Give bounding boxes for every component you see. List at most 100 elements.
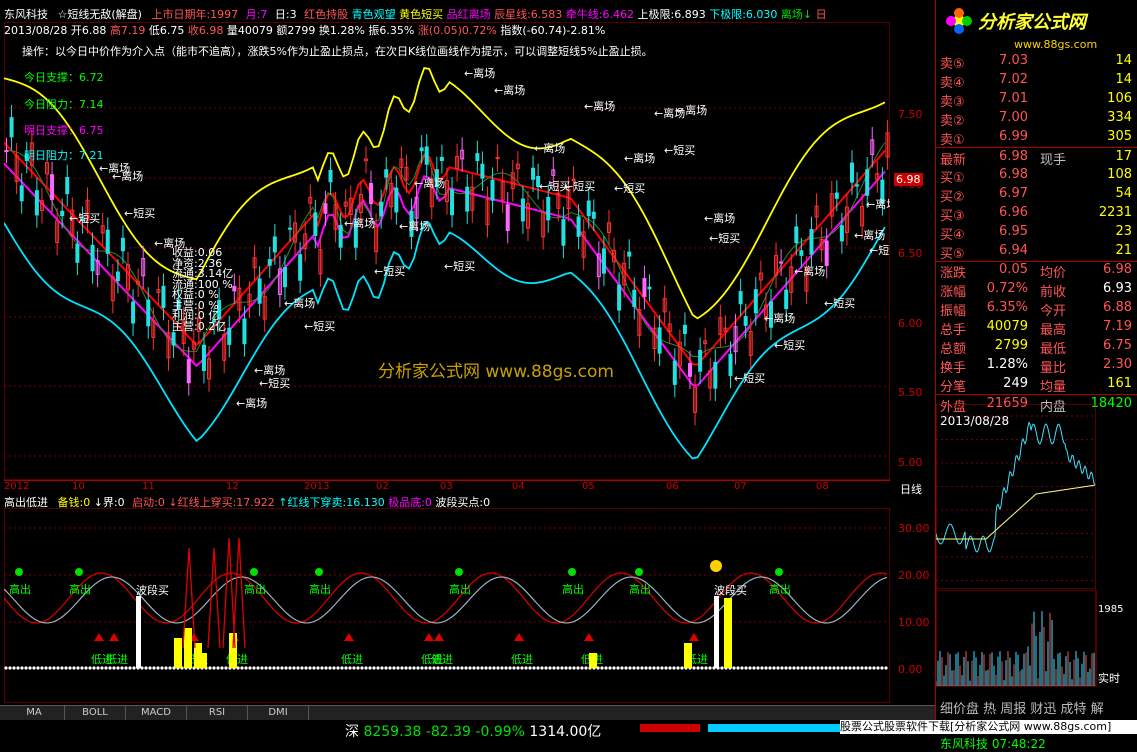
baseline-dot [812, 666, 816, 670]
baseline-dot [816, 666, 820, 670]
baseline-dot [64, 666, 68, 670]
candle-body [855, 184, 860, 187]
baseline-dot [336, 666, 340, 670]
indicator-chart[interactable]: 高出高出高出高出高出高出高出高出低进低进低进低进低进低进低进低进低进低进波段买波… [4, 508, 890, 703]
baseline-dot [636, 666, 640, 670]
date-tick-label: 02 [376, 481, 389, 492]
candle-body [115, 271, 120, 281]
baseline-dot [528, 666, 532, 670]
tab-dmi[interactable]: DMI [248, 706, 309, 720]
baseline-dot [348, 666, 352, 670]
tab-rsi[interactable]: RSI [187, 706, 248, 720]
baseline-dot [128, 666, 132, 670]
baseline-dot [508, 666, 512, 670]
sell-order-row-volume: 106 [1107, 91, 1132, 106]
exit-signal-label: ←离场 [676, 103, 707, 117]
baseline-dot [700, 666, 704, 670]
note-red: 红色持股 [304, 8, 349, 21]
baseline-dot [148, 666, 152, 670]
ticker-banner[interactable]: 股票公式股票软件下载[分析家公式网 www.88gs.com] [840, 720, 1137, 734]
baseline-dot [540, 666, 544, 670]
candle-body [328, 169, 333, 183]
baseline-dot [612, 666, 616, 670]
candle-body [232, 285, 237, 292]
date-axis-right[interactable]: 日线 [900, 481, 922, 497]
support-today: 今日支撑：6.72 [24, 71, 104, 84]
note-cyan: 青色观望 [351, 8, 396, 21]
candle-body [450, 189, 455, 216]
signal-bar-yellow [184, 628, 192, 668]
di-jin-arrow [514, 633, 524, 641]
buy-order-row-value: 6.96 [999, 205, 1028, 220]
baseline-dot [104, 666, 108, 670]
buy-order-row-volume: 108 [1107, 167, 1132, 182]
baseline-dot [756, 666, 760, 670]
date-tick-label: 04 [512, 481, 525, 492]
exit-signal-label: ←离场 [464, 66, 495, 80]
tab-ma[interactable]: MA [4, 706, 65, 720]
signal-bar-yellow [724, 598, 732, 668]
date-tick-label: 08 [816, 481, 829, 492]
quote-row-value: 249 [1003, 376, 1028, 391]
gao-chu-label: 高出 [69, 582, 91, 596]
baseline-dot [288, 666, 292, 670]
formula-name[interactable]: ☆短线无敌(解盘) [58, 8, 142, 21]
upper-limit-label: 上极限:6.893 [637, 8, 706, 21]
baseline-dot [48, 666, 52, 670]
short-buy-signal-label: ←短买 [564, 179, 595, 193]
baseline-dot [488, 666, 492, 670]
signal-bar-yellow [589, 653, 597, 668]
exit-signal-label: ←离场 [284, 296, 315, 310]
baseline-dot [720, 666, 724, 670]
exit-signal-label: ←离场 [254, 363, 285, 377]
baseline-dot [360, 666, 364, 670]
baseline-dot [680, 666, 684, 670]
exit-signal-label: ←离场 [494, 83, 525, 97]
site-logo: 分析家公式网 [944, 6, 1134, 36]
operation-note: 操作：以今日中价作为介入点（能市不追高），涨跌5%作为止盈止损点，在次日K线位画… [22, 45, 653, 58]
tick-avg-line [936, 484, 1096, 540]
tab-boll[interactable]: BOLL [65, 706, 126, 720]
indicator-tick-label: 0.00 [898, 663, 923, 676]
buy-order-row-label: 买⑤ [940, 247, 965, 262]
signal-bar-yellow [684, 643, 692, 668]
sell-order-row: 卖② 7.00 334 [936, 109, 1137, 129]
candle-body [50, 174, 55, 200]
baseline-dot [88, 666, 92, 670]
exit-signal-label: ←离场 [704, 211, 735, 225]
baseline-dot [752, 666, 756, 670]
baseline-dot [820, 666, 824, 670]
baseline-dot [144, 666, 148, 670]
baseline-dot [352, 666, 356, 670]
intraday-tick-chart[interactable]: 7.197.137.066.996.936.866.806.73 [936, 404, 1096, 589]
gao-chu-label: 高出 [629, 582, 651, 596]
baseline-dot [524, 666, 528, 670]
quote-row-value: 2799 [994, 338, 1028, 353]
quote-row-value: 40079 [986, 319, 1028, 334]
quote-label-2: 均价 [1040, 266, 1067, 281]
latest-row-value: 6.98 [999, 149, 1028, 164]
exit-signal-label: ←离场 [624, 151, 655, 165]
baseline-dot [856, 666, 860, 670]
fundamental-stats: 收益:0.06 净资:2.36 流通:3.14亿 流通:100 % 权益:0 %… [172, 247, 233, 332]
market-name: 深 [345, 724, 359, 740]
candle-body [439, 156, 444, 162]
buy-order-row-label: 买① [940, 171, 965, 186]
tab-macd[interactable]: MACD [126, 706, 187, 720]
gao-chu-dot [75, 568, 83, 576]
candle-body [784, 289, 789, 310]
candle-body [728, 353, 733, 376]
candlestick-chart[interactable]: ←离场←离场←短买 ←短买←离场←离场←离场←短买←离场←短买←离场 ←离场←离场←… [4, 22, 890, 480]
stock-name[interactable]: 东风科技 [4, 8, 48, 21]
period-label[interactable]: 日 [816, 8, 827, 21]
baseline-dot [284, 666, 288, 670]
news-strip[interactable]: 细价盘 热 周报 财迅 成特 解 [940, 698, 1104, 717]
baseline-dot [440, 666, 444, 670]
exit-signal-label: ←离场 [399, 219, 430, 233]
baseline-dot [500, 666, 504, 670]
baseline-dot [408, 666, 412, 670]
candle-body [288, 227, 293, 230]
baseline-dot [872, 666, 876, 670]
baseline-dot [152, 666, 156, 670]
buy-order-row-volume: 21 [1115, 243, 1132, 258]
